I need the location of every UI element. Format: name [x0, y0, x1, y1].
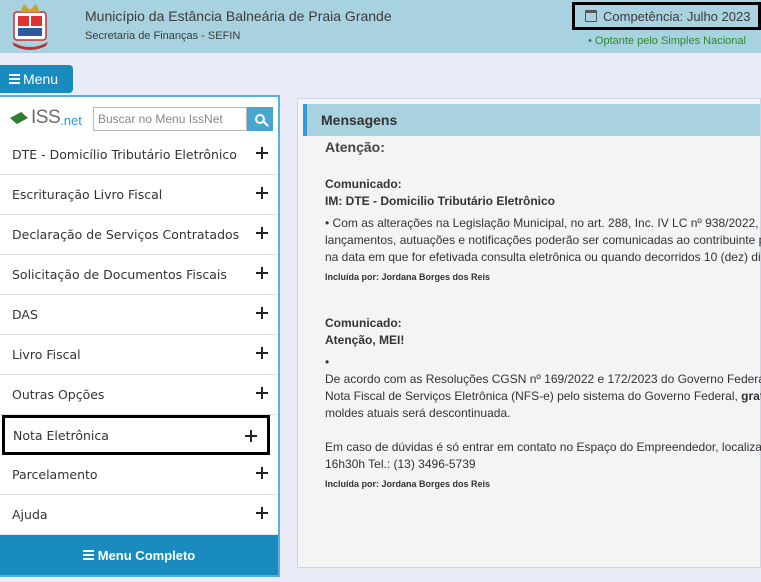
message-text-line: moldes atuais será descontinuada.: [325, 406, 511, 420]
expand-plus-icon[interactable]: [256, 387, 268, 399]
expand-plus-icon[interactable]: [245, 430, 257, 442]
competencia-label: Competência: Julho 2023: [603, 8, 751, 24]
message-author: Incluída por: Jordana Borges dos Reis: [325, 272, 491, 282]
sidebar-item-label: Escrituração Livro Fiscal: [12, 187, 163, 202]
messages-body: Atenção: Comunicado: IM: DTE - Domicilio…: [325, 139, 761, 489]
sidebar-item-outras-opcoes[interactable]: Outras Opções: [0, 375, 278, 415]
expand-plus-icon[interactable]: [256, 227, 268, 239]
message-text-line: 16h30h Tel.: (13) 3496-5739: [325, 457, 476, 471]
sidebar-item-parcelamento[interactable]: Parcelamento: [0, 455, 278, 495]
expand-plus-icon[interactable]: [256, 147, 268, 159]
sidebar-menu: ISS .net DTE - Domicílio Tributário Elet…: [0, 95, 280, 577]
search-icon: [255, 114, 265, 124]
message-text-part: Nota Fiscal de Serviços Eletrônica (NFS-…: [325, 389, 742, 403]
menu-search: [93, 107, 273, 131]
attention-heading: Atenção:: [325, 139, 385, 155]
calendar-icon: [585, 10, 597, 22]
message-author: Incluída por: Jordana Borges dos Reis: [325, 479, 491, 489]
competencia-selector[interactable]: Competência: Julho 2023: [572, 2, 761, 30]
message-text-line: na data em que for efetivada consulta el…: [325, 250, 761, 264]
expand-plus-icon[interactable]: [256, 507, 268, 519]
municipality-name: Município da Estância Balneária de Praia…: [85, 8, 392, 24]
issnet-diamond-icon: [8, 112, 30, 124]
menu-completo-button[interactable]: Menu Completo: [0, 535, 278, 575]
sidebar-item-nota-eletronica[interactable]: Nota Eletrônica: [2, 415, 270, 455]
messages-panel: Mensagens Atenção: Comunicado: IM: DTE -…: [297, 98, 761, 568]
city-coat-of-arms-logo: [12, 4, 48, 50]
issnet-logo: ISS .net: [10, 107, 82, 129]
message-text-line: Em caso de dúvidas é só entrar em contat…: [325, 440, 761, 454]
sidebar-item-declaracao[interactable]: Declaração de Serviços Contratados: [0, 215, 278, 255]
message-text-line: • Com as alterações na Legislação Munici…: [325, 216, 759, 230]
hamburger-icon: [9, 74, 20, 84]
menu-list: DTE - Domicílio Tributário Eletrônico Es…: [0, 135, 278, 535]
department-name: Secretaria de Finanças - SEFIN: [85, 30, 241, 42]
sidebar-item-das[interactable]: DAS: [0, 295, 278, 335]
sidebar-item-ajuda[interactable]: Ajuda: [0, 495, 278, 535]
menu-toggle-label: Menu: [23, 71, 59, 87]
message-subject: Atenção, MEI!: [325, 333, 405, 347]
sidebar-item-dte[interactable]: DTE - Domicílio Tributário Eletrônico: [0, 135, 278, 175]
sidebar-item-label: Ajuda: [12, 507, 48, 522]
sidebar-item-label: DAS: [12, 307, 38, 322]
message-subject: IM: DTE - Domicilio Tributário Eletrônic…: [325, 194, 556, 208]
message-text-line: Nota Fiscal de Serviços Eletrônica (NFS-…: [325, 388, 761, 405]
menu-completo-label: Menu Completo: [97, 547, 196, 563]
message-bullet: •: [325, 355, 330, 369]
expand-plus-icon[interactable]: [256, 187, 268, 199]
message-item: Comunicado: IM: DTE - Domicilio Tributár…: [325, 176, 761, 282]
sidebar-item-label: Parcelamento: [12, 467, 98, 482]
simples-nacional-status: • Optante pelo Simples Nacional: [588, 35, 746, 47]
sidebar-item-label: Declaração de Serviços Contratados: [12, 227, 240, 242]
sidebar-item-livro-fiscal[interactable]: Livro Fiscal: [0, 335, 278, 375]
message-item: Comunicado: Atenção, MEI! • De acordo co…: [325, 315, 761, 489]
sidebar-item-label: Nota Eletrônica: [13, 427, 109, 443]
issnet-logo-suffix: .net: [60, 112, 82, 128]
message-text-line: De acordo com as Resoluções CGSN nº 169/…: [325, 372, 761, 386]
expand-plus-icon[interactable]: [256, 467, 268, 479]
menu-toggle-button[interactable]: Menu: [0, 65, 73, 93]
hamburger-icon: [82, 550, 94, 560]
message-type: Comunicado:: [325, 177, 402, 191]
sidebar-item-label: Outras Opções: [12, 387, 105, 402]
message-type: Comunicado:: [325, 316, 402, 330]
sidebar-item-solicitacao[interactable]: Solicitação de Documentos Fiscais: [0, 255, 278, 295]
sidebar-item-label: DTE - Domicílio Tributário Eletrônico: [12, 147, 237, 162]
issnet-logo-text: ISS: [31, 107, 61, 128]
expand-plus-icon[interactable]: [256, 267, 268, 279]
message-text-line: lançamentos, autuações e notificações po…: [325, 233, 761, 247]
top-header: Município da Estância Balneária de Praia…: [0, 0, 761, 53]
messages-title: Mensagens: [321, 112, 398, 128]
menu-search-input[interactable]: [93, 107, 247, 131]
message-text-bold: gratui: [741, 389, 761, 403]
sidebar-item-escrituracao[interactable]: Escrituração Livro Fiscal: [0, 175, 278, 215]
expand-plus-icon[interactable]: [256, 307, 268, 319]
menu-search-button[interactable]: [247, 107, 273, 131]
sidebar-item-label: Livro Fiscal: [12, 347, 81, 362]
messages-header: Mensagens: [303, 104, 760, 136]
expand-plus-icon[interactable]: [256, 347, 268, 359]
sidebar-item-label: Solicitação de Documentos Fiscais: [12, 267, 227, 282]
